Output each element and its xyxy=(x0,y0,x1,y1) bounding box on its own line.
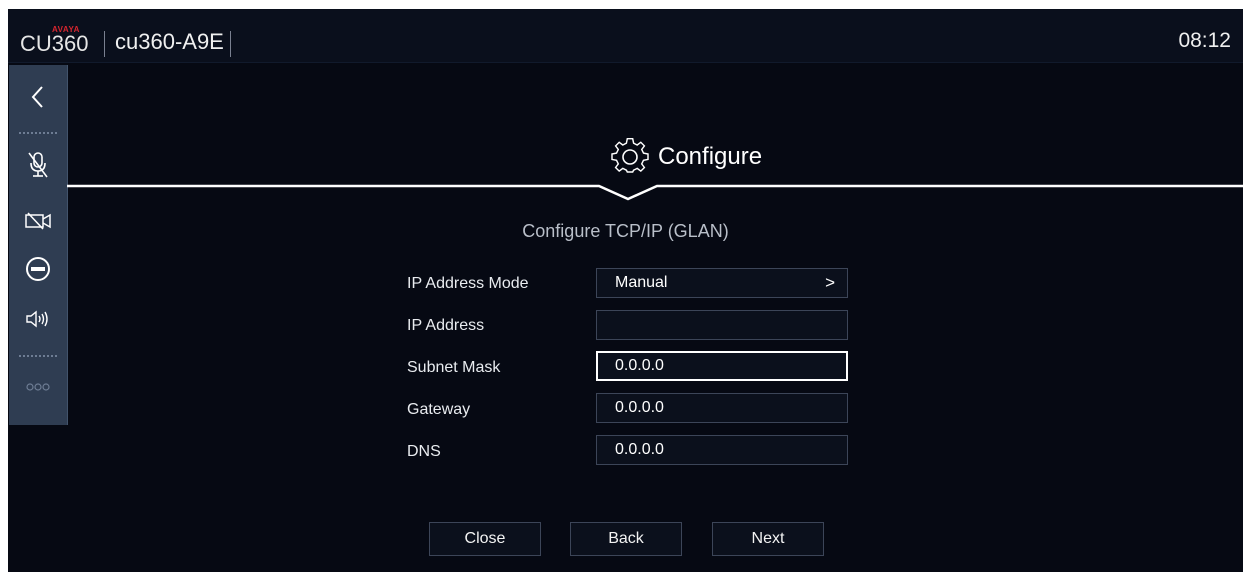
more-button[interactable] xyxy=(9,365,67,409)
page-title-text: Configure xyxy=(658,143,763,170)
back-nav-button[interactable] xyxy=(9,75,67,119)
close-button[interactable]: Close xyxy=(429,522,541,556)
microphone-muted-icon xyxy=(28,152,48,178)
volume-button[interactable] xyxy=(9,297,67,341)
gateway-value: 0.0.0.0 xyxy=(615,399,664,416)
subnet-mask-field[interactable]: 0.0.0.0 xyxy=(596,351,848,381)
subnet-mask-value: 0.0.0.0 xyxy=(615,357,664,374)
gear-icon xyxy=(611,137,649,173)
volume-icon xyxy=(26,310,48,328)
title-separator xyxy=(230,31,231,57)
dns-field[interactable]: 0.0.0.0 xyxy=(596,435,848,465)
do-not-disturb-button[interactable] xyxy=(9,247,67,291)
do-not-disturb-icon xyxy=(26,257,50,281)
top-bar: AVAYA CU360 cu360-A9E 08:12 xyxy=(8,9,1243,63)
clock: 08:12 xyxy=(1178,29,1231,52)
product-logo: CU360 xyxy=(20,31,89,56)
back-arrow-icon xyxy=(31,86,43,108)
screen: AVAYA CU360 cu360-A9E 08:12 Configure Co… xyxy=(8,9,1243,572)
device-name: cu360-A9E xyxy=(115,29,224,54)
chevron-right-icon: > xyxy=(825,273,835,292)
toolbar-divider xyxy=(19,132,57,134)
page-title: Configure xyxy=(610,137,762,177)
ip-mode-value: Manual xyxy=(615,274,668,291)
sidebar-toolbar xyxy=(9,65,68,425)
gateway-field[interactable]: 0.0.0.0 xyxy=(596,393,848,423)
back-button[interactable]: Back xyxy=(570,522,682,556)
section-subtitle: Configure TCP/IP (GLAN) xyxy=(522,221,729,241)
next-button[interactable]: Next xyxy=(712,522,824,556)
toolbar-divider xyxy=(19,355,57,357)
header-divider xyxy=(67,184,1243,201)
more-icon xyxy=(26,383,50,391)
subnet-mask-label: Subnet Mask xyxy=(407,359,501,376)
ip-address-field[interactable] xyxy=(596,310,848,340)
ip-address-label: IP Address xyxy=(407,317,485,334)
ip-mode-select[interactable]: Manual > xyxy=(596,268,848,298)
ip-mode-label: IP Address Mode xyxy=(407,275,529,292)
dns-label: DNS xyxy=(407,443,441,460)
title-separator xyxy=(104,31,105,57)
dns-value: 0.0.0.0 xyxy=(615,441,664,458)
gateway-label: Gateway xyxy=(407,401,471,418)
mute-mic-button[interactable] xyxy=(9,143,67,187)
